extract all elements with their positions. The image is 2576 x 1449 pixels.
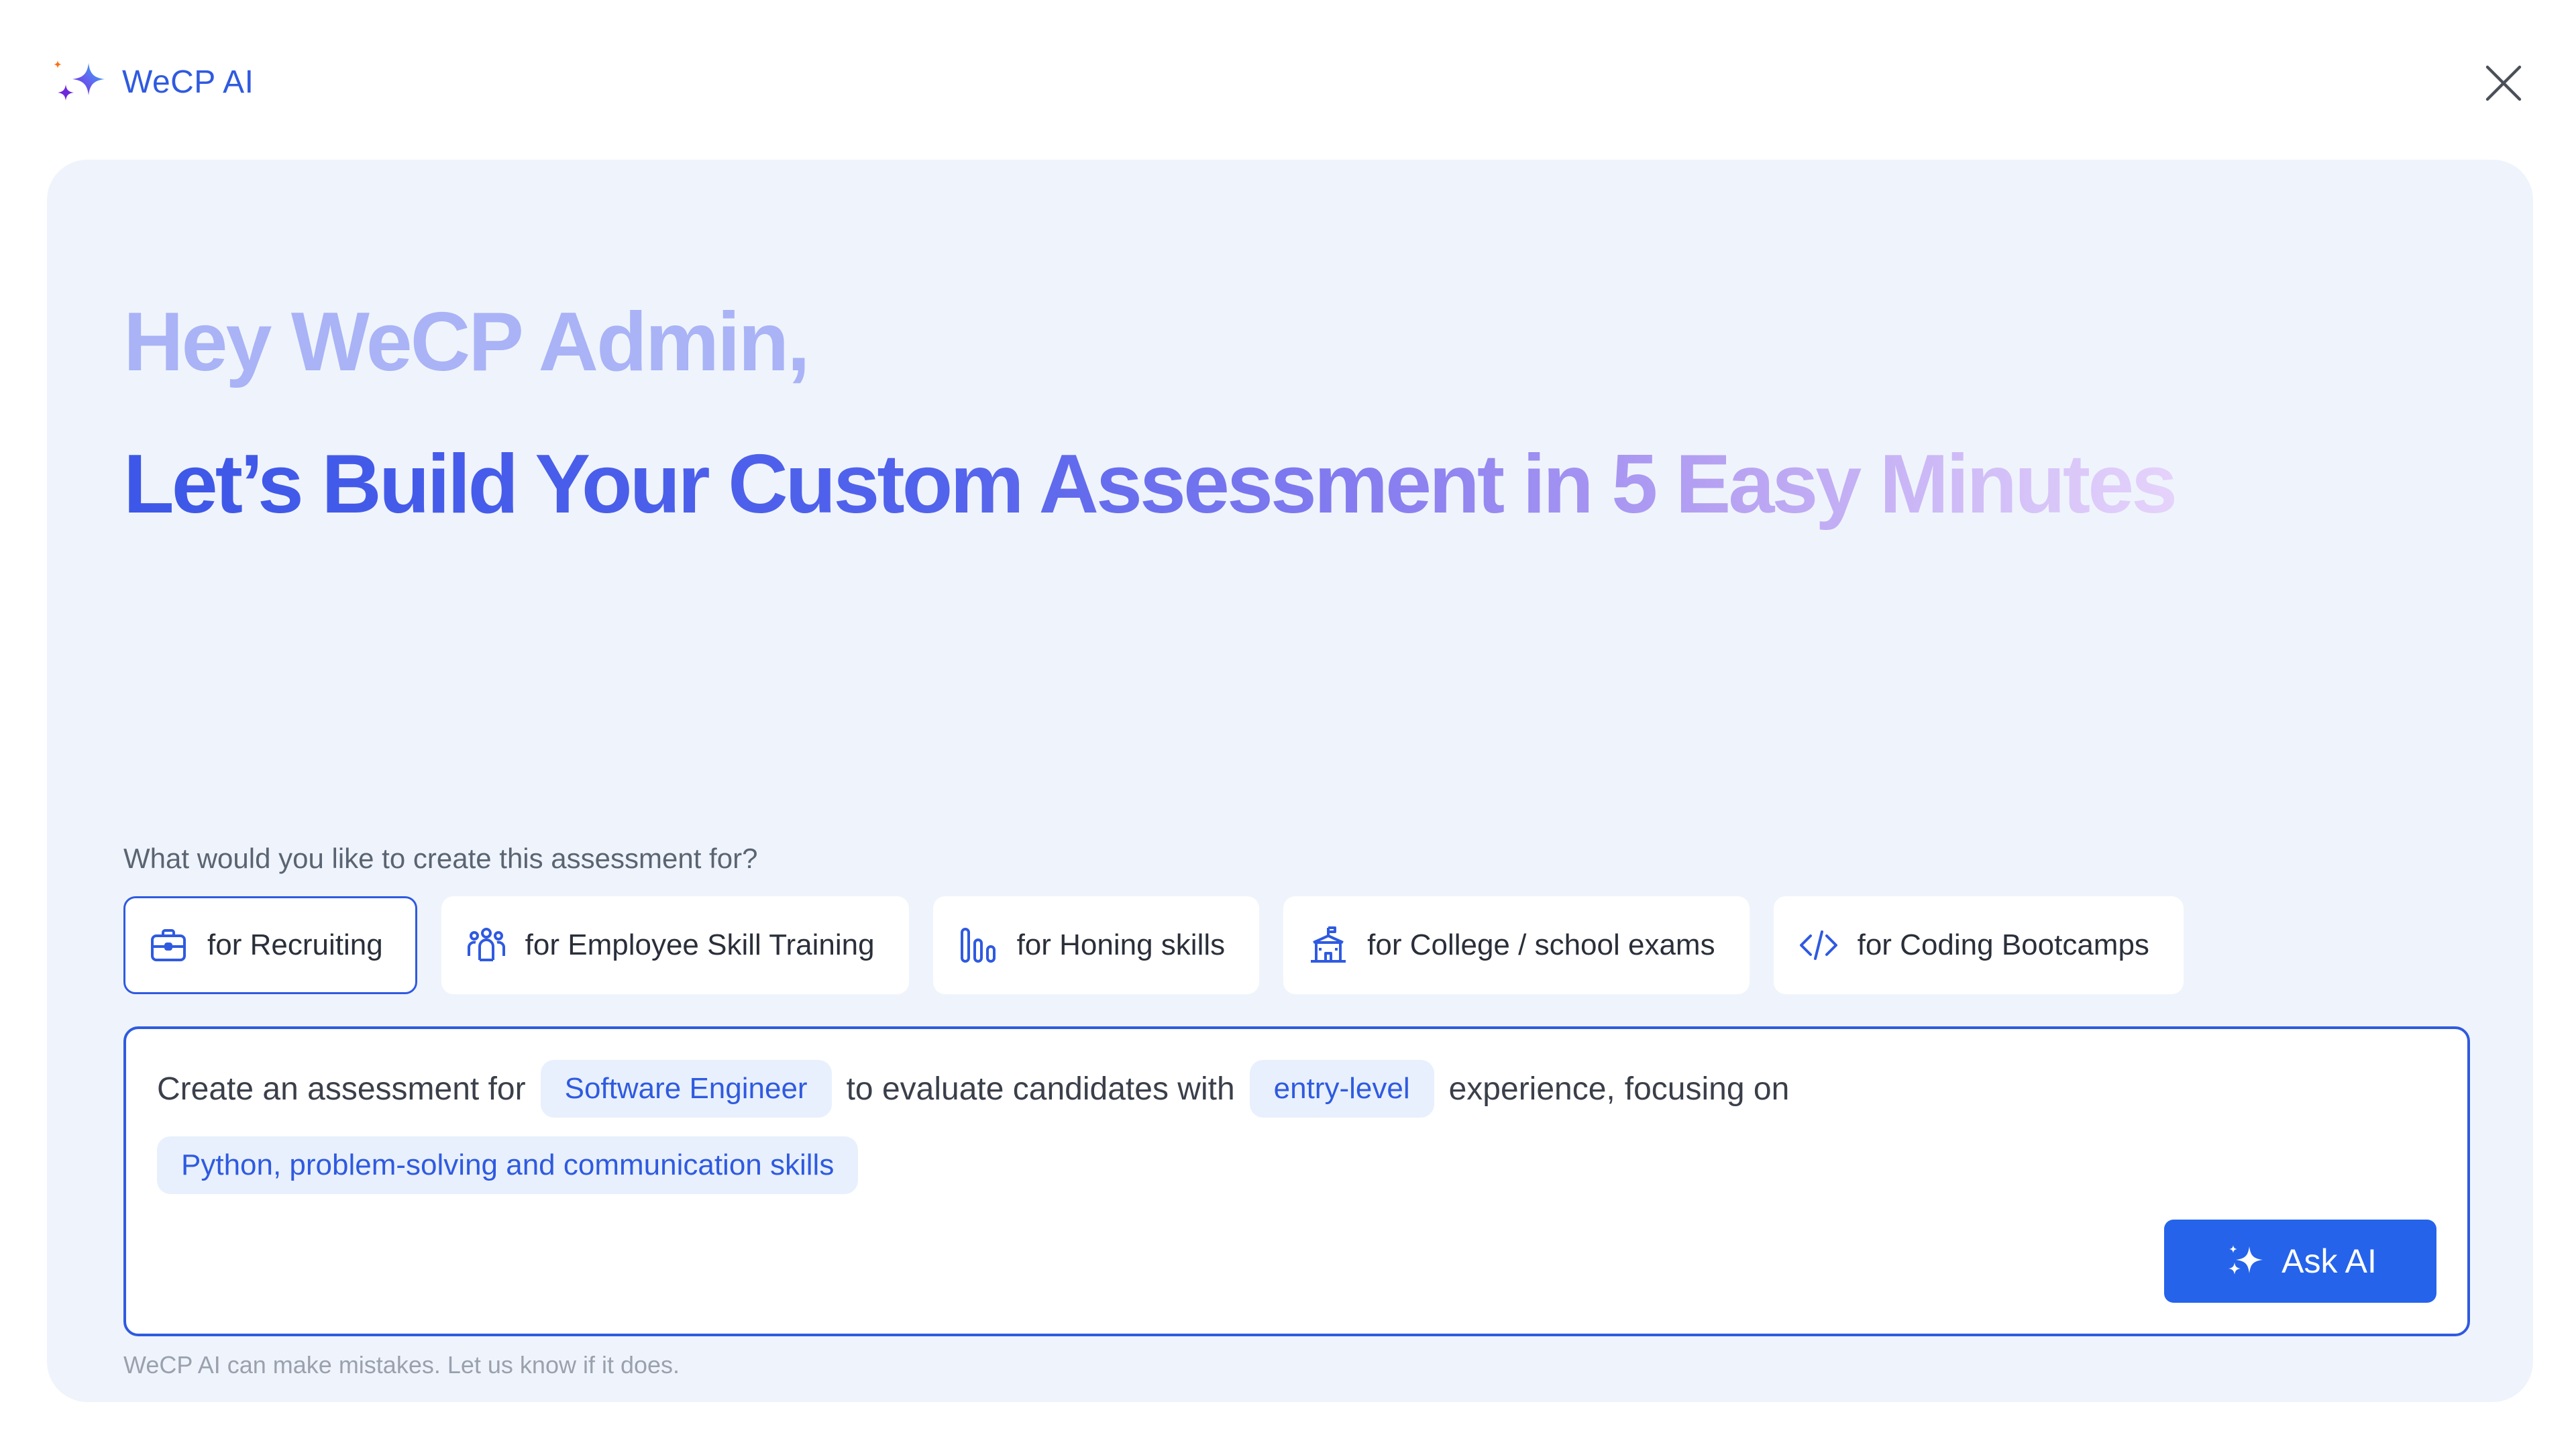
purpose-label: for Honing skills bbox=[1016, 928, 1226, 961]
brand: WeCP AI bbox=[48, 56, 254, 107]
purpose-label: for Employee Skill Training bbox=[525, 928, 875, 961]
role-chip[interactable]: Software Engineer bbox=[540, 1060, 832, 1118]
team-icon bbox=[467, 928, 505, 961]
close-button[interactable] bbox=[2482, 62, 2525, 105]
purpose-label: for College / school exams bbox=[1367, 928, 1715, 961]
ask-ai-label: Ask AI bbox=[2282, 1242, 2377, 1280]
app-name: WeCP AI bbox=[122, 64, 254, 100]
prompt-line-1: Create an assessment for Software Engine… bbox=[157, 1060, 1789, 1118]
code-icon bbox=[1799, 930, 1837, 960]
purpose-option-college-exams[interactable]: for College / school exams bbox=[1283, 896, 1750, 994]
school-icon bbox=[1311, 926, 1346, 963]
wecp-ai-modal: WeCP AI Hey WeCP Admin, Let’s Build Your… bbox=[0, 0, 2576, 1449]
briefcase-icon bbox=[151, 929, 186, 961]
sparkles-icon bbox=[2229, 1245, 2263, 1275]
purpose-option-honing-skills[interactable]: for Honing skills bbox=[932, 896, 1260, 994]
close-icon bbox=[2485, 65, 2522, 101]
page-title: Let’s Build Your Custom Assessment in 5 … bbox=[123, 439, 2178, 543]
skills-chip[interactable]: Python, problem-solving and communicatio… bbox=[157, 1136, 859, 1194]
purpose-options: for Recruiting for Employee Skill Traini… bbox=[123, 896, 2184, 994]
sparkles-icon bbox=[54, 60, 105, 101]
bar-chart-icon bbox=[960, 928, 996, 963]
purpose-label: for Recruiting bbox=[207, 928, 383, 961]
purpose-option-coding-bootcamps[interactable]: for Coding Bootcamps bbox=[1773, 896, 2184, 994]
prompt-text: to evaluate candidates with bbox=[846, 1071, 1235, 1107]
disclaimer: WeCP AI can make mistakes. Let us know i… bbox=[123, 1351, 680, 1379]
prompt-line-2: Python, problem-solving and communicatio… bbox=[157, 1136, 859, 1194]
purpose-option-recruiting[interactable]: for Recruiting bbox=[123, 896, 417, 994]
prompt-text: Create an assessment for bbox=[157, 1071, 526, 1107]
purpose-option-employee-training[interactable]: for Employee Skill Training bbox=[441, 896, 909, 994]
prompt-text: experience, bbox=[1448, 1071, 1615, 1107]
greeting: Hey WeCP Admin, bbox=[123, 296, 810, 388]
assessment-prompt-box[interactable]: Create an assessment for Software Engine… bbox=[123, 1026, 2470, 1336]
purpose-label: for Coding Bootcamps bbox=[1857, 928, 2149, 961]
purpose-question: What would you like to create this asses… bbox=[123, 843, 758, 874]
experience-chip[interactable]: entry-level bbox=[1249, 1060, 1434, 1118]
prompt-text: focusing on bbox=[1624, 1071, 1790, 1107]
ask-ai-button[interactable]: Ask AI bbox=[2164, 1220, 2436, 1303]
